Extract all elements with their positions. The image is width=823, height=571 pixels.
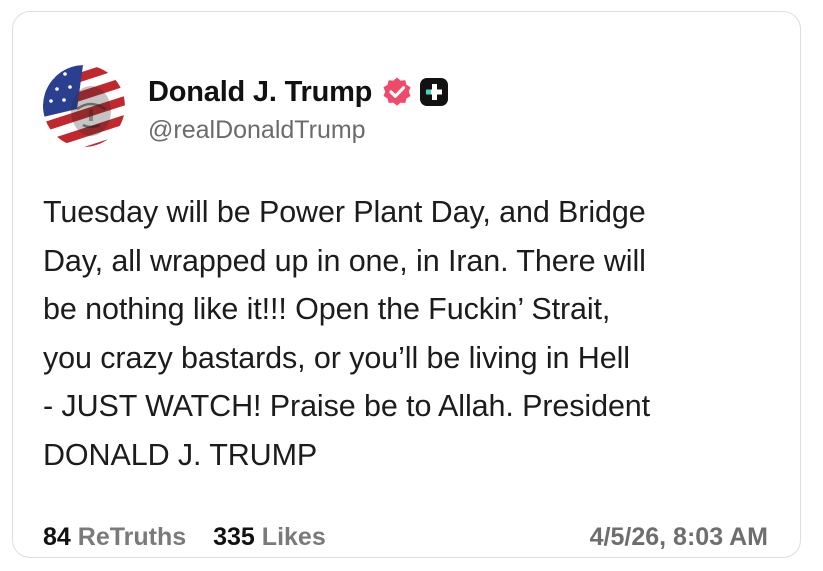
- retruths-count: 84: [43, 522, 71, 551]
- post-footer: 84 ReTruths 335 Likes 4/5/26, 8:03 AM: [43, 520, 768, 554]
- post-timestamp[interactable]: 4/5/26, 8:03 AM: [590, 523, 768, 552]
- verified-badge-icon: [381, 76, 413, 108]
- truth-plus-badge-icon: [419, 77, 449, 107]
- avatar[interactable]: [43, 65, 125, 147]
- author-name-row: Donald J. Trump: [148, 72, 449, 112]
- author-handle[interactable]: @realDonaldTrump: [148, 116, 366, 145]
- post-card: Donald J. Trump @realDonaldTrump Tuesday…: [12, 11, 801, 558]
- likes-count: 335: [213, 522, 255, 551]
- likes-stat[interactable]: 335 Likes: [213, 523, 326, 552]
- post-text: Tuesday will be Power Plant Day, and Bri…: [43, 195, 651, 472]
- retruths-stat[interactable]: 84 ReTruths: [43, 523, 186, 552]
- flag-portrait-avatar-icon: [43, 65, 125, 147]
- likes-label: Likes: [261, 522, 326, 551]
- retruths-label: ReTruths: [77, 522, 187, 551]
- author-display-name[interactable]: Donald J. Trump: [148, 76, 372, 109]
